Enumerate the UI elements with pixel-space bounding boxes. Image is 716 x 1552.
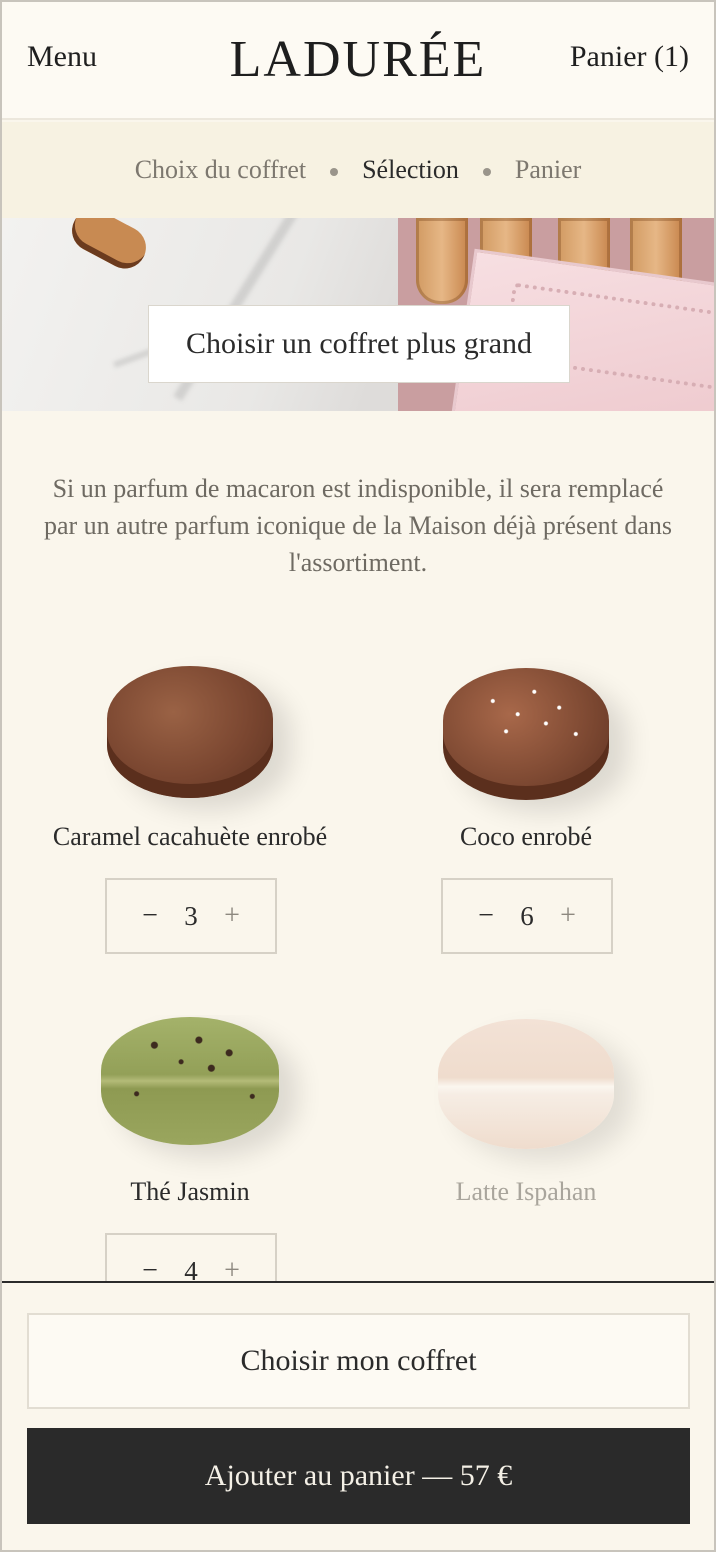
quantity-value: 6	[520, 900, 534, 931]
increase-button[interactable]: +	[211, 1255, 253, 1281]
availability-notice: Si un parfum de macaron est indisponible…	[43, 474, 673, 577]
bigger-box-button[interactable]: Choisir un coffret plus grand	[148, 305, 570, 383]
product-name: Thé Jasmin	[130, 1177, 250, 1206]
step-box-choice[interactable]: Choix du coffret	[135, 155, 306, 185]
banner-macaron-image	[64, 218, 154, 276]
product-image[interactable]	[101, 1017, 279, 1145]
product-card: Caramel cacahuète enrobé − 3 +	[20, 660, 360, 960]
checkout-steps: Choix du coffret Sélection Panier	[0, 122, 716, 218]
product-card-unavailable: Latte Ispahan	[356, 1015, 696, 1275]
decrease-button[interactable]: −	[129, 1255, 171, 1281]
quantity-value: 4	[184, 1255, 198, 1282]
choose-box-button[interactable]: Choisir mon coffret	[27, 1313, 690, 1409]
step-cart[interactable]: Panier	[515, 155, 581, 185]
increase-button[interactable]: +	[547, 900, 589, 932]
quantity-stepper: − 4 +	[105, 1233, 277, 1281]
decrease-button[interactable]: −	[129, 900, 171, 932]
site-header: Menu LADURÉE Panier (1)	[0, 0, 716, 120]
product-card: Coco enrobé − 6 +	[356, 660, 696, 960]
step-selection[interactable]: Sélection	[362, 155, 459, 185]
product-name: Caramel cacahuète enrobé	[52, 822, 328, 851]
product-image	[438, 1019, 614, 1149]
box-macaron	[416, 218, 468, 304]
box-banner: Choisir un coffret plus grand	[0, 218, 716, 411]
bottom-action-bar: Choisir mon coffret Ajouter au panier — …	[0, 1281, 716, 1552]
cart-link[interactable]: Panier (1)	[570, 40, 689, 74]
product-image[interactable]	[107, 666, 273, 798]
product-image[interactable]	[443, 668, 609, 800]
step-separator	[482, 168, 491, 176]
increase-button[interactable]: +	[211, 900, 253, 932]
product-name: Coco enrobé	[459, 822, 593, 851]
quantity-stepper: − 6 +	[441, 878, 613, 954]
product-name: Latte Ispahan	[455, 1177, 597, 1206]
decrease-button[interactable]: −	[465, 900, 507, 932]
product-card: Thé Jasmin − 4 +	[20, 1015, 360, 1281]
step-separator	[330, 168, 339, 176]
quantity-value: 3	[184, 900, 198, 931]
quantity-stepper: − 3 +	[105, 878, 277, 954]
add-to-cart-button[interactable]: Ajouter au panier — 57 €	[27, 1428, 690, 1524]
